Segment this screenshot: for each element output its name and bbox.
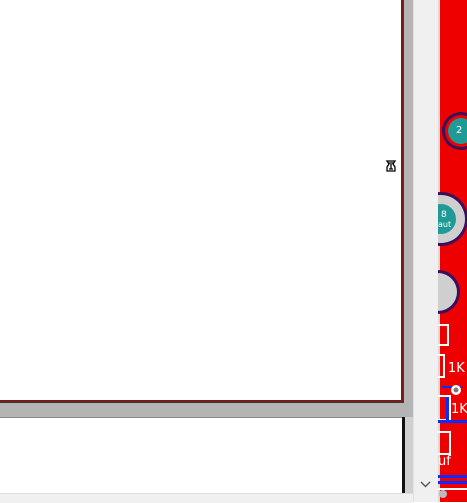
- component-label-1k-a: 1K: [448, 361, 465, 376]
- vertical-scrollbar[interactable]: [413, 0, 439, 502]
- pad-label-2: 2: [456, 125, 463, 136]
- lower-panel[interactable]: [0, 417, 402, 494]
- workspace-gutter-right: [404, 0, 413, 417]
- anchor-icon[interactable]: [384, 159, 398, 173]
- chevron-down-icon[interactable]: [413, 476, 438, 494]
- pad-label-aut: aut: [438, 220, 452, 229]
- lower-panel-gutter: [405, 417, 413, 493]
- component-label-uf: uf: [438, 454, 451, 469]
- document-sheet[interactable]: [0, 0, 403, 402]
- component-label-1k-b: 1K: [451, 402, 467, 417]
- workspace-gutter-bottom: [0, 403, 404, 417]
- pcb-artwork: [438, 0, 467, 502]
- pad-label-8: 8: [441, 210, 447, 220]
- pcb-view[interactable]: 2 8 aut 1K 1K uf: [438, 0, 467, 502]
